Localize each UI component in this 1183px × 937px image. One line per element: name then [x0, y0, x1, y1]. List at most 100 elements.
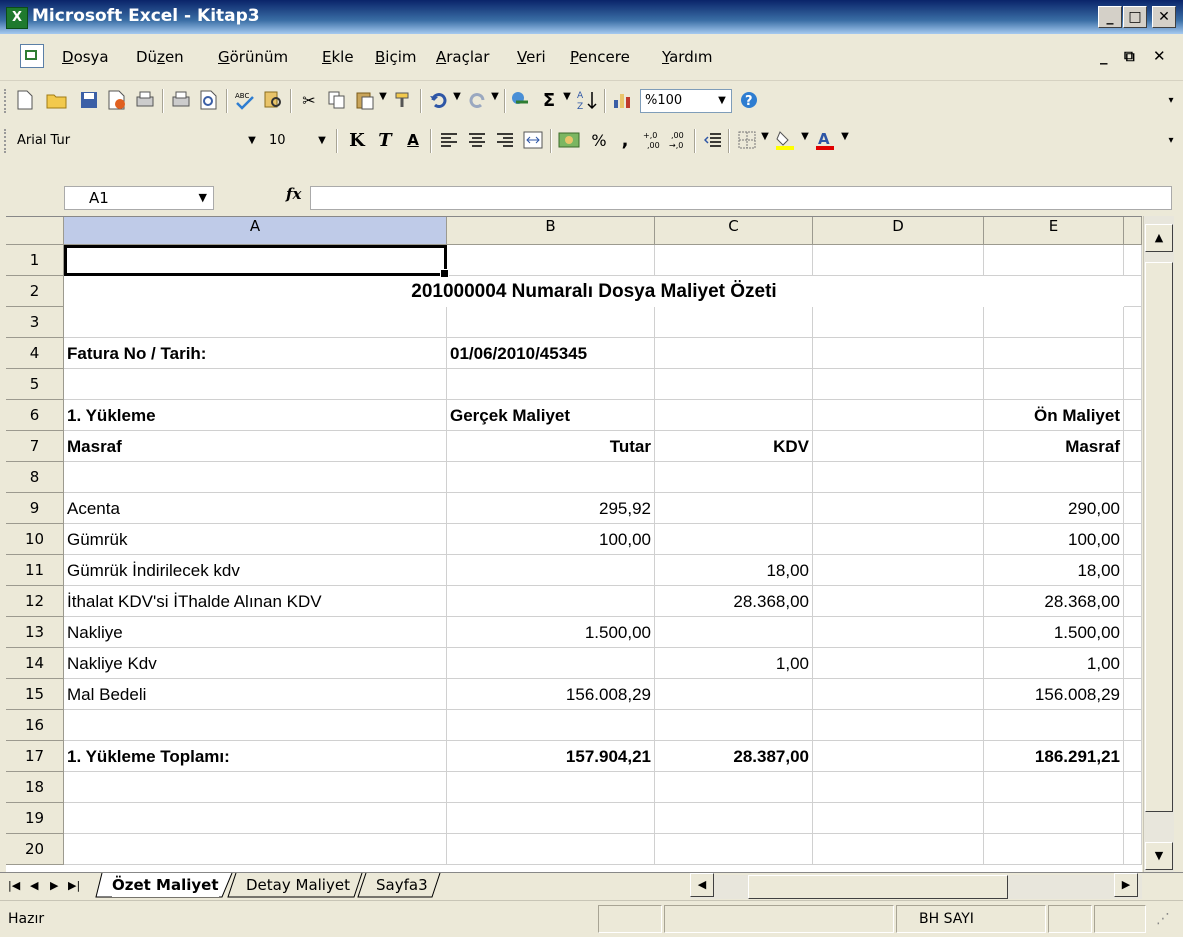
cell-c10[interactable] [655, 524, 813, 555]
font-color-icon[interactable]: A [814, 129, 836, 151]
zoom-select[interactable]: %100 ▼ [640, 89, 732, 113]
cell-f3[interactable] [1124, 307, 1142, 338]
cell-c7[interactable]: KDV [655, 431, 813, 462]
research-icon[interactable] [262, 89, 284, 111]
cell-e14[interactable]: 1,00 [984, 648, 1124, 679]
cell-e20[interactable] [984, 834, 1124, 865]
insert-function-icon[interactable]: fx [286, 185, 301, 203]
cell-d9[interactable] [813, 493, 984, 524]
cell-f10[interactable] [1124, 524, 1142, 555]
font-select[interactable]: Arial Tur ▼ [12, 129, 262, 153]
cell-e16[interactable] [984, 710, 1124, 741]
cell-b12[interactable] [447, 586, 655, 617]
menu-bicim[interactable]: Biçim [375, 48, 417, 66]
cell-e10[interactable]: 100,00 [984, 524, 1124, 555]
menu-dosya[interactable]: Dosya [62, 48, 109, 66]
cell-d5[interactable] [813, 369, 984, 400]
toolbar-grip[interactable] [4, 89, 9, 113]
align-left-icon[interactable] [438, 129, 460, 151]
cell-d10[interactable] [813, 524, 984, 555]
autosum-icon[interactable]: Σ [538, 89, 560, 111]
increase-decimal-icon[interactable]: +,0,00 [642, 129, 664, 151]
redo-icon[interactable] [466, 89, 488, 111]
cell-b13[interactable]: 1.500,00 [447, 617, 655, 648]
cell-c15[interactable] [655, 679, 813, 710]
cell-a13[interactable]: Nakliye [64, 617, 447, 648]
row-header-1[interactable]: 1 [6, 245, 64, 276]
cell-e13[interactable]: 1.500,00 [984, 617, 1124, 648]
cell-b4[interactable]: 01/06/2010/45345 [447, 338, 655, 369]
cell-a3[interactable] [64, 307, 447, 338]
cell-d6[interactable] [813, 400, 984, 431]
open-folder-icon[interactable] [46, 89, 68, 111]
cell-f19[interactable] [1124, 803, 1142, 834]
cell-b20[interactable] [447, 834, 655, 865]
cell-c17[interactable]: 28.387,00 [655, 741, 813, 772]
cell-d11[interactable] [813, 555, 984, 586]
hyperlink-icon[interactable] [510, 89, 532, 111]
merge-center-icon[interactable] [522, 129, 544, 151]
cell-e17[interactable]: 186.291,21 [984, 741, 1124, 772]
row-header-10[interactable]: 10 [6, 524, 64, 555]
cell-e6[interactable]: Ön Maliyet [984, 400, 1124, 431]
bold-button[interactable]: K [346, 129, 368, 151]
cell-f16[interactable] [1124, 710, 1142, 741]
row-header-7[interactable]: 7 [6, 431, 64, 462]
cell-e7[interactable]: Masraf [984, 431, 1124, 462]
name-box[interactable]: A1 ▼ [64, 186, 214, 210]
cell-b14[interactable] [447, 648, 655, 679]
column-header-f[interactable] [1124, 217, 1142, 245]
italic-button[interactable]: T [374, 129, 396, 151]
cell-d17[interactable] [813, 741, 984, 772]
cell-b11[interactable] [447, 555, 655, 586]
excel-icon[interactable]: X [6, 7, 28, 29]
cell-b9[interactable]: 295,92 [447, 493, 655, 524]
workbook-close-button[interactable]: ✕ [1153, 47, 1166, 65]
borders-dropdown-icon[interactable]: ▼ [760, 131, 770, 147]
menu-ekle[interactable]: Ekle [322, 48, 354, 66]
cell-b8[interactable] [447, 462, 655, 493]
column-header-a[interactable]: A [64, 217, 447, 245]
cell-b1[interactable] [447, 245, 655, 276]
row-header-9[interactable]: 9 [6, 493, 64, 524]
cell-a20[interactable] [64, 834, 447, 865]
close-button[interactable]: ✕ [1152, 6, 1176, 28]
cell-c1[interactable] [655, 245, 813, 276]
help-icon[interactable]: ? [738, 89, 760, 111]
scroll-down-icon[interactable]: ▼ [1145, 842, 1173, 870]
horizontal-scrollbar[interactable]: ◀ ▶ [690, 873, 1142, 899]
workbook-icon[interactable] [20, 44, 44, 68]
vertical-scroll-thumb[interactable] [1145, 262, 1173, 812]
cell-c9[interactable] [655, 493, 813, 524]
chevron-down-icon[interactable]: ▼ [713, 90, 731, 112]
resize-grip-icon[interactable]: ⋰ [1156, 911, 1170, 927]
chevron-down-icon[interactable]: ▼ [243, 130, 261, 152]
cell-a12[interactable]: İthalat KDV'si İThalde Alınan KDV [64, 586, 447, 617]
cell-f17[interactable] [1124, 741, 1142, 772]
print-setup-icon[interactable] [134, 89, 156, 111]
cell-e1[interactable] [984, 245, 1124, 276]
cell-e19[interactable] [984, 803, 1124, 834]
cell-a17[interactable]: 1. Yükleme Toplamı: [64, 741, 447, 772]
cell-d13[interactable] [813, 617, 984, 648]
first-sheet-icon[interactable]: |◀ [8, 879, 20, 892]
row-header-8[interactable]: 8 [6, 462, 64, 493]
cell-e8[interactable] [984, 462, 1124, 493]
scroll-right-icon[interactable]: ▶ [1114, 873, 1138, 897]
sheet-tab-detay-maliyet[interactable]: Detay Maliyet [246, 873, 350, 897]
column-header-c[interactable]: C [655, 217, 813, 245]
cell-a7[interactable]: Masraf [64, 431, 447, 462]
worksheet-grid[interactable]: A B C D E 1 2 3 4 Fatura No / Tarih: 01/06/20… [6, 216, 1142, 873]
cell-f13[interactable] [1124, 617, 1142, 648]
menu-pencere[interactable]: Pencere [570, 48, 630, 66]
cell-c16[interactable] [655, 710, 813, 741]
cell-e15[interactable]: 156.008,29 [984, 679, 1124, 710]
cell-c18[interactable] [655, 772, 813, 803]
cell-d14[interactable] [813, 648, 984, 679]
cell-e9[interactable]: 290,00 [984, 493, 1124, 524]
paste-icon[interactable] [354, 89, 376, 111]
cell-a11[interactable]: Gümrük İndirilecek kdv [64, 555, 447, 586]
chevron-down-icon[interactable]: ▼ [199, 187, 207, 209]
row-header-11[interactable]: 11 [6, 555, 64, 586]
permission-icon[interactable] [106, 89, 128, 111]
